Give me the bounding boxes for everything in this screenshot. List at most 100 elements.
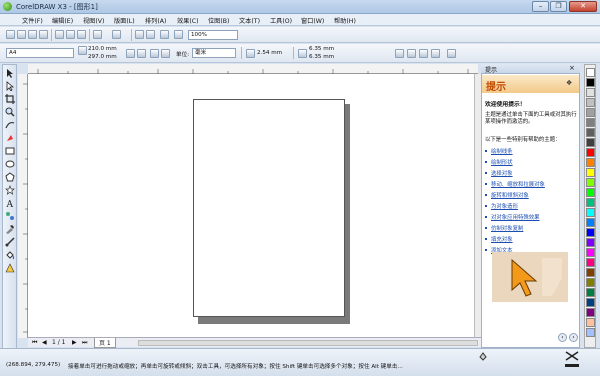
menu-text[interactable]: 文本(T) [239,16,260,25]
duplicate-y-field[interactable]: 6.35 mm [309,54,334,60]
interactive-blend-tool-icon[interactable] [5,211,15,221]
palette-swatch[interactable] [586,108,595,117]
import-icon[interactable] [135,30,144,39]
hint-link-move-scale-stretch[interactable]: 移动、缩放和拉展对象 [491,180,545,188]
hint-link-draw-lines[interactable]: 绘制线条 [491,147,513,155]
units-select[interactable]: 毫米 [192,48,236,58]
palette-swatch[interactable] [586,298,595,307]
vertical-ruler[interactable] [18,74,28,338]
outline-tool-icon[interactable] [5,237,15,247]
nudge-distance-field[interactable]: 2.54 mm [257,50,282,56]
palette-swatch[interactable] [586,258,595,267]
palette-swatch[interactable] [586,188,595,197]
eyedropper-tool-icon[interactable] [5,224,15,234]
ellipse-tool-icon[interactable] [5,159,15,169]
minimize-button[interactable]: – [532,1,549,12]
rectangle-tool-icon[interactable] [5,146,15,156]
palette-swatch[interactable] [586,118,595,127]
duplicate-x-field[interactable]: 6.35 mm [309,46,334,52]
outline-indicator-icon[interactable] [565,351,579,361]
fill-tool-icon[interactable] [5,250,15,260]
palette-swatch[interactable] [586,78,595,87]
previous-page-icon[interactable]: ◀ [42,339,47,346]
palette-swatch[interactable] [586,68,595,77]
menu-help[interactable]: 帮助(H) [334,16,356,25]
menu-layout[interactable]: 版面(L) [114,16,135,25]
close-button[interactable]: ✕ [569,1,597,12]
palette-swatch[interactable] [586,228,595,237]
coreldraw-app-icon[interactable] [3,2,12,11]
redo-icon[interactable] [112,30,121,39]
last-page-icon[interactable]: ⏭ [82,339,87,347]
menu-file[interactable]: 文件(F) [22,16,43,25]
corel-online-icon[interactable] [174,30,183,39]
horizontal-scrollbar[interactable] [138,340,478,346]
first-page-icon[interactable]: ⏮ [32,339,37,347]
zoom-level-select[interactable]: 100% [188,30,238,40]
palette-swatch[interactable] [586,138,595,147]
all-pages-icon[interactable] [150,49,159,58]
crop-tool-icon[interactable] [5,94,15,104]
help-topics-icon[interactable]: ❖ [566,79,572,87]
menu-edit[interactable]: 编辑(E) [52,16,73,25]
page-height-field[interactable]: 297.0 mm [88,54,117,60]
page-width-field[interactable]: 210.0 mm [88,46,117,52]
hint-link-clone-objects[interactable]: 仿制对象复制 [491,224,523,232]
palette-swatch[interactable] [586,198,595,207]
palette-swatch[interactable] [586,128,595,137]
text-tool-icon[interactable]: A [5,198,15,210]
export-icon[interactable] [146,30,155,39]
palette-swatch[interactable] [586,88,595,97]
application-launcher-icon[interactable] [160,30,169,39]
previous-hint-icon[interactable]: ‹ [558,333,567,342]
palette-swatch[interactable] [586,268,595,277]
horizontal-ruler[interactable] [28,64,478,74]
snap-to-guidelines-icon[interactable] [407,49,416,58]
snap-to-objects-icon[interactable] [419,49,428,58]
palette-swatch[interactable] [586,218,595,227]
menu-effects[interactable]: 效果(C) [177,16,199,25]
paste-icon[interactable] [77,30,86,39]
menu-arrange[interactable]: 排列(A) [145,16,166,25]
smart-fill-tool-icon[interactable] [5,133,15,143]
fill-indicator-icon[interactable] [478,351,488,361]
hint-link-rotate-skew[interactable]: 旋转和倾斜对象 [491,191,529,199]
palette-swatch[interactable] [586,208,595,217]
interactive-fill-tool-icon[interactable] [5,263,15,273]
polygon-tool-icon[interactable] [5,172,15,182]
palette-swatch[interactable] [586,238,595,247]
palette-swatch[interactable] [586,178,595,187]
next-page-icon[interactable]: ▶ [72,339,77,346]
vertical-scrollbar[interactable] [474,74,481,337]
palette-swatch[interactable] [586,158,595,167]
options-icon[interactable] [447,49,456,58]
palette-swatch[interactable] [586,278,595,287]
palette-swatch[interactable] [586,168,595,177]
palette-swatch[interactable] [586,328,595,337]
save-icon[interactable] [28,30,37,39]
open-icon[interactable] [17,30,26,39]
freehand-tool-icon[interactable] [5,120,15,130]
menu-bitmaps[interactable]: 位图(B) [208,16,229,25]
palette-swatch[interactable] [586,98,595,107]
palette-swatch[interactable] [586,308,595,317]
hint-link-select-objects[interactable]: 选择对象 [491,169,513,177]
hint-link-shape-objects[interactable]: 为对象造形 [491,202,518,210]
hint-link-special-effects[interactable]: 对对象应用特殊效果 [491,213,540,221]
portrait-icon[interactable] [126,49,135,58]
dynamic-guides-icon[interactable] [431,49,440,58]
drawing-page[interactable] [193,99,345,317]
landscape-icon[interactable] [137,49,146,58]
pick-tool-icon[interactable] [5,68,15,78]
hint-link-fill-objects[interactable]: 填充对象 [491,235,513,243]
palette-swatch[interactable] [586,318,595,327]
snap-to-grid-icon[interactable] [395,49,404,58]
zoom-tool-icon[interactable] [5,107,15,117]
docker-tab[interactable]: 提示 × [481,64,580,74]
menu-tools[interactable]: 工具(O) [270,16,292,25]
palette-swatch[interactable] [586,148,595,157]
current-page-icon[interactable] [161,49,170,58]
hint-link-draw-shapes[interactable]: 绘制形状 [491,158,513,166]
new-document-icon[interactable] [6,30,15,39]
docker-close-icon[interactable]: × [569,64,575,72]
